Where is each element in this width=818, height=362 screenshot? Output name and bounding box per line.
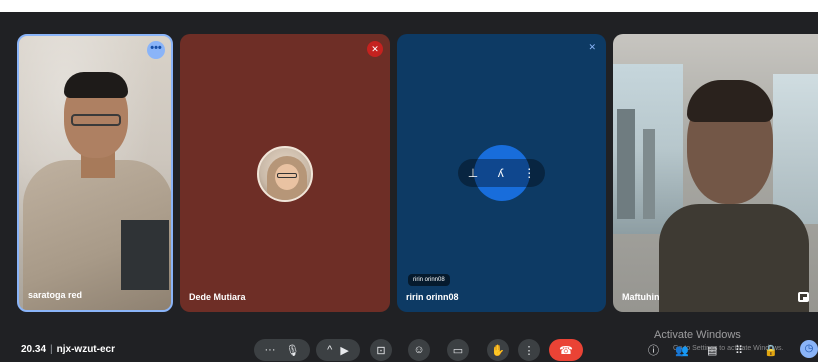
separator: | — [50, 344, 53, 355]
mic-button-group[interactable]: ··· 🎙 — [254, 339, 310, 361]
video-person-hair — [64, 72, 128, 98]
video-building — [617, 109, 635, 219]
avatar — [257, 146, 313, 202]
avatar-glasses — [277, 173, 297, 178]
tile-controls: ⊥ ʎ ⋮ — [458, 159, 545, 187]
present-button[interactable]: ⊡ — [370, 339, 392, 361]
more-options-icon: ⋮ — [523, 344, 535, 357]
participant-name: saratoga red — [28, 290, 83, 300]
info-button[interactable]: ⓘ — [648, 340, 659, 360]
emoji-icon: ☺ — [413, 344, 425, 356]
participant-name: ririn orinn08 — [406, 292, 459, 302]
participant-tile-dede-mutiara[interactable]: ✕ Dede Mutiara — [180, 34, 390, 312]
people-icon: 👥 — [675, 344, 689, 357]
pin-icon[interactable]: ⊥ — [468, 166, 478, 180]
meeting-time: 20.34 — [21, 344, 47, 355]
camera-icon[interactable]: ▶ — [340, 344, 348, 357]
more-options-icon[interactable]: ⋮ — [523, 166, 535, 180]
video-person-body — [659, 204, 809, 312]
video-building — [643, 129, 655, 219]
participant-tile-saratoga-red[interactable]: ••• saratoga red — [17, 34, 173, 312]
chevron-up-icon[interactable]: ^ — [327, 344, 332, 356]
video-person — [659, 74, 809, 312]
activities-button[interactable]: ⠿ — [735, 340, 743, 360]
timer-icon[interactable]: ◷ — [800, 340, 818, 358]
more-options-button[interactable]: ⋮ — [518, 339, 540, 361]
meeting-info: 20.34 | njx-wzut-ecr — [21, 344, 115, 355]
more-mic-options-icon[interactable]: ··· — [265, 344, 276, 356]
activate-windows-watermark: Activate Windows — [654, 329, 741, 341]
end-call-icon: ☎ — [559, 344, 573, 357]
video-person-hair — [687, 80, 773, 122]
mute-participant-icon[interactable]: ʎ — [498, 166, 504, 180]
end-call-button[interactable]: ☎ — [549, 339, 583, 361]
chat-button[interactable]: ▤ — [707, 340, 717, 360]
host-controls-button[interactable]: 🔒 — [764, 340, 778, 360]
meeting-code: njx-wzut-ecr — [56, 344, 115, 355]
participant-tile-ririn-orinn08[interactable]: ✕ ⊥ ʎ ⋮ ririn orinn08 ririn orinn08 — [397, 34, 606, 312]
mic-off-icon: ✕ — [588, 42, 596, 52]
camera-button-group[interactable]: ^ ▶ — [316, 339, 360, 361]
raise-hand-icon: ✋ — [491, 344, 505, 357]
activities-icon: ⠿ — [735, 344, 744, 357]
mic-off-icon: ✕ — [367, 41, 383, 57]
emoji-button[interactable]: ☺ — [408, 339, 430, 361]
present-screen-icon: ⊡ — [376, 344, 386, 357]
video-person-glasses — [71, 114, 121, 126]
chat-icon: ▤ — [707, 344, 718, 357]
microphone-icon[interactable]: 🎙 — [286, 344, 300, 357]
info-icon: ⓘ — [648, 345, 659, 357]
host-controls-icon: 🔒 — [764, 344, 778, 357]
people-button[interactable]: 👥 — [675, 340, 689, 360]
top-strip — [0, 0, 818, 12]
participant-name: Maftuhin — [622, 292, 660, 302]
video-person-pocket — [121, 220, 169, 290]
name-tooltip: ririn orinn08 — [408, 274, 450, 286]
more-options-icon[interactable]: ••• — [147, 41, 165, 59]
picture-in-picture-icon[interactable] — [798, 292, 809, 302]
captions-button[interactable]: ▭ — [447, 339, 469, 361]
participant-name: Dede Mutiara — [189, 292, 246, 302]
raise-hand-button[interactable]: ✋ — [487, 339, 509, 361]
captions-icon: ▭ — [452, 344, 464, 357]
participant-tile-maftuhin[interactable]: Maftuhin — [613, 34, 818, 312]
